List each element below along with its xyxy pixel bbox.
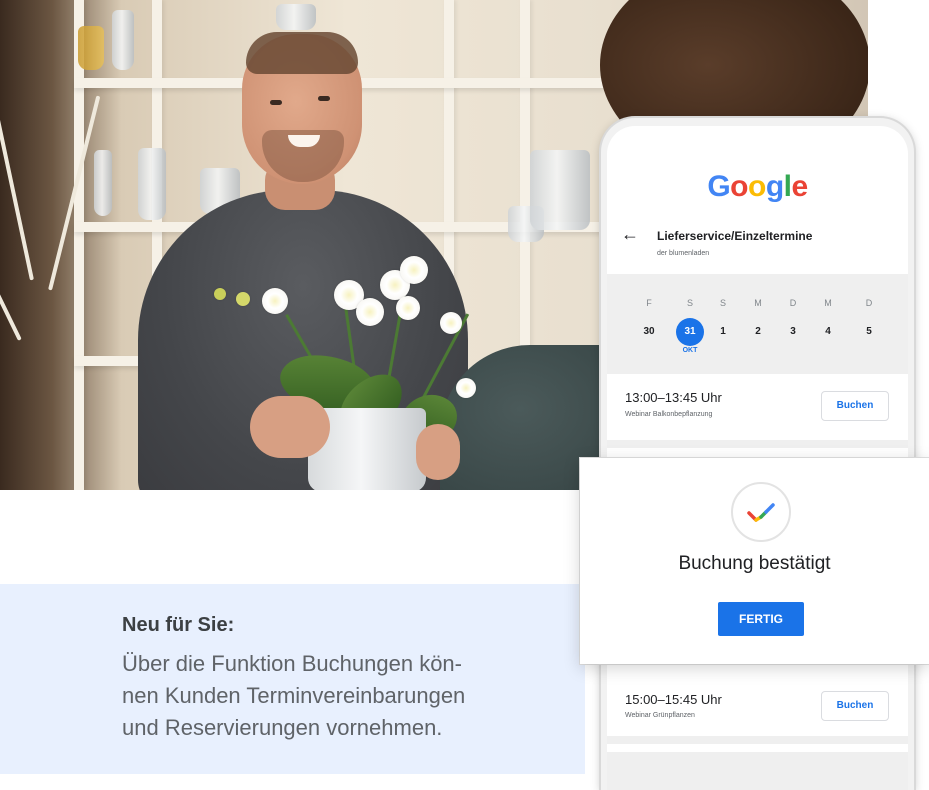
calendar-day[interactable]: 1: [711, 320, 735, 344]
weekday-label: D: [865, 298, 873, 308]
info-text: Über die Funktion Buchungen kön- nen Kun…: [122, 648, 562, 744]
done-button[interactable]: FERTIG: [718, 602, 804, 636]
man-eye: [270, 100, 282, 105]
glass-vase: [94, 150, 112, 216]
amber-vase: [78, 26, 104, 70]
calendar-day[interactable]: 4: [816, 320, 840, 344]
service-subtitle: der blumenladen: [657, 250, 710, 257]
slot-description: Webinar Balkonbepflanzung: [625, 411, 713, 418]
shelf-divider: [444, 0, 454, 300]
book-button[interactable]: Buchen: [821, 391, 889, 421]
logo-letter: g: [765, 170, 784, 203]
glass-vase: [276, 4, 316, 30]
shelf-divider: [74, 0, 84, 490]
book-button[interactable]: Buchen: [821, 691, 889, 721]
slot-time: 15:00–15:45 Uhr: [625, 692, 722, 707]
calendar-day[interactable]: 30: [637, 320, 661, 344]
orchid-flower: [456, 378, 476, 398]
orchid-flower: [262, 288, 288, 314]
calendar-day-selected[interactable]: 31: [676, 318, 704, 346]
weekday-label: S: [719, 298, 726, 308]
info-title: Neu für Sie:: [122, 614, 235, 636]
checkmark-icon: [731, 482, 791, 542]
orchid-bud: [214, 288, 226, 300]
info-line: nen Kunden Terminvereinbarungen: [122, 683, 466, 708]
weekday-label: D: [789, 298, 797, 308]
man-hand: [416, 424, 460, 480]
calendar-day[interactable]: 3: [781, 320, 805, 344]
check-stroke-blue: [764, 503, 775, 514]
dialog-title: Buchung bestätigt: [678, 553, 831, 574]
orchid-bud: [236, 292, 250, 306]
man-eye: [318, 96, 330, 101]
logo-letter: G: [707, 170, 731, 203]
orchid-flower: [400, 256, 428, 284]
calendar-day[interactable]: 2: [746, 320, 770, 344]
back-arrow-icon[interactable]: ←: [621, 224, 639, 245]
logo-letter: e: [791, 170, 808, 203]
calendar-day[interactable]: 5: [857, 320, 881, 344]
man-hair: [246, 32, 358, 74]
phone-bottom-area: [607, 752, 908, 790]
time-slot: 13:00–13:45 Uhr Webinar Balkonbepflanzun…: [607, 374, 908, 448]
service-title: Lieferservice/Einzeltermine: [657, 229, 813, 243]
slot-description: Webinar Grünpflanzen: [625, 712, 695, 719]
orchid-flower: [396, 296, 420, 320]
time-slot: 15:00–15:45 Uhr Webinar Grünpflanzen Buc…: [607, 682, 908, 744]
month-label: OKT: [682, 347, 698, 354]
glass-vase: [138, 148, 166, 220]
google-logo: Google: [607, 170, 908, 204]
man-hand: [250, 396, 330, 458]
logo-letter: o: [747, 170, 766, 203]
glass-vase: [530, 150, 590, 230]
glass-vase: [112, 10, 134, 70]
weekday-label: F: [646, 298, 652, 308]
weekday-label: M: [754, 298, 762, 308]
slot-time: 13:00–13:45 Uhr: [625, 390, 722, 405]
weekday-label: M: [824, 298, 832, 308]
decor-branch: [0, 177, 22, 341]
decor-branch: [0, 44, 34, 281]
info-line: und Reservierungen vornehmen.: [122, 715, 443, 740]
orchid-flower: [356, 298, 384, 326]
info-line: Über die Funktion Buchungen kön-: [122, 651, 462, 676]
shelf-divider: [520, 0, 530, 360]
logo-letter: o: [730, 170, 748, 203]
orchid-flower: [440, 312, 462, 334]
checkmark-svg: [747, 503, 775, 522]
weekday-label: S: [686, 298, 693, 308]
